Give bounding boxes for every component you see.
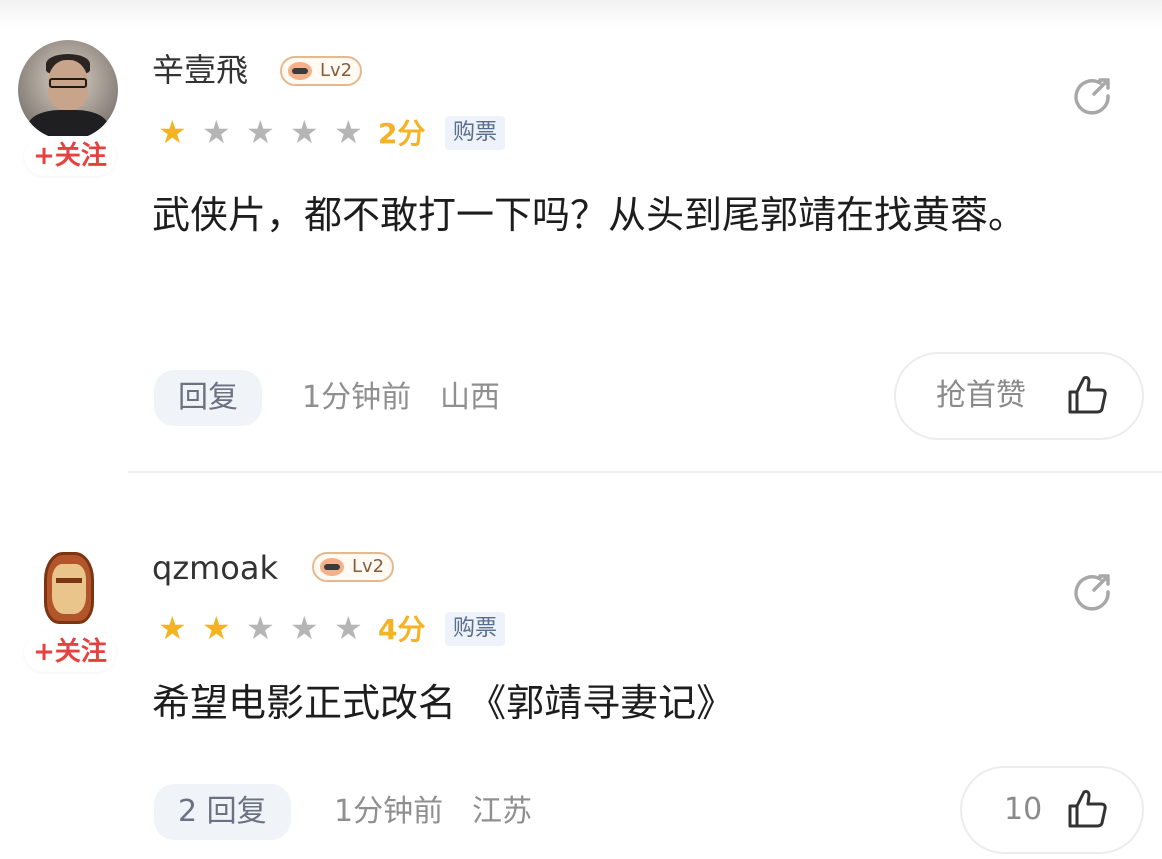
star-icon: ★ [158,113,187,151]
share-icon[interactable] [1070,74,1114,118]
like-label: 抢首赞 [936,378,1026,413]
like-button[interactable]: 10 [960,766,1144,854]
reply-button[interactable]: 2 回复 [154,784,291,840]
star-icon: ★ [290,609,319,647]
level-text: Lv2 [352,556,385,577]
username[interactable]: 辛壹飛 [152,50,248,90]
rating-stars: ★ ★ ★ ★ ★ [158,612,378,648]
thumbs-up-icon [1068,376,1107,414]
level-badge-icon [320,558,344,576]
star-icon: ★ [202,113,231,151]
level-badge-icon [288,62,312,80]
avatar[interactable] [18,540,118,640]
comment-list: +关注 辛壹飛 Lv2 ★ ★ ★ ★ ★ 2分 购票 武侠片，都不敢打一下吗？从头到尾… [0,0,1162,859]
star-icon: ★ [246,609,275,647]
share-icon[interactable] [1070,570,1114,614]
comment-text: 希望电影正式改名 《郭靖寻妻记》 [152,681,735,725]
comment-text: 武侠片，都不敢打一下吗？从头到尾郭靖在找黄蓉。 [152,193,1027,237]
score-label: 4分 [378,613,426,646]
star-icon: ★ [202,609,231,647]
thumbs-up-icon [1068,790,1107,828]
comment-item: +关注 辛壹飛 Lv2 ★ ★ ★ ★ ★ 2分 购票 武侠片，都不敢打一下吗？从头到尾… [0,0,1162,470]
location: 山西 [440,380,500,415]
level-text: Lv2 [320,60,353,81]
level-badge: Lv2 [312,552,395,582]
comment-item: +关注 qzmoak Lv2 ★ ★ ★ ★ ★ 4分 购票 希望电影正式改名 《郭靖寻… [0,478,1162,859]
like-count: 10 [1004,792,1043,827]
star-icon: ★ [334,113,363,151]
purchase-tag: 购票 [445,116,506,150]
score-label: 2分 [378,117,426,150]
location: 江苏 [472,794,532,829]
timestamp: 1分钟前 [334,794,444,829]
avatar[interactable] [18,40,118,140]
star-icon: ★ [246,113,275,151]
divider [128,471,1162,473]
level-badge: Lv2 [280,56,363,86]
star-icon: ★ [334,609,363,647]
rating-stars: ★ ★ ★ ★ ★ [158,116,378,152]
follow-button[interactable]: +关注 [24,632,116,672]
follow-button[interactable]: +关注 [24,136,116,176]
reply-button[interactable]: 回复 [154,370,262,426]
timestamp: 1分钟前 [302,380,412,415]
purchase-tag: 购票 [445,612,506,646]
username[interactable]: qzmoak [152,548,278,588]
star-icon: ★ [158,609,187,647]
star-icon: ★ [290,113,319,151]
like-button[interactable]: 抢首赞 [894,352,1144,440]
